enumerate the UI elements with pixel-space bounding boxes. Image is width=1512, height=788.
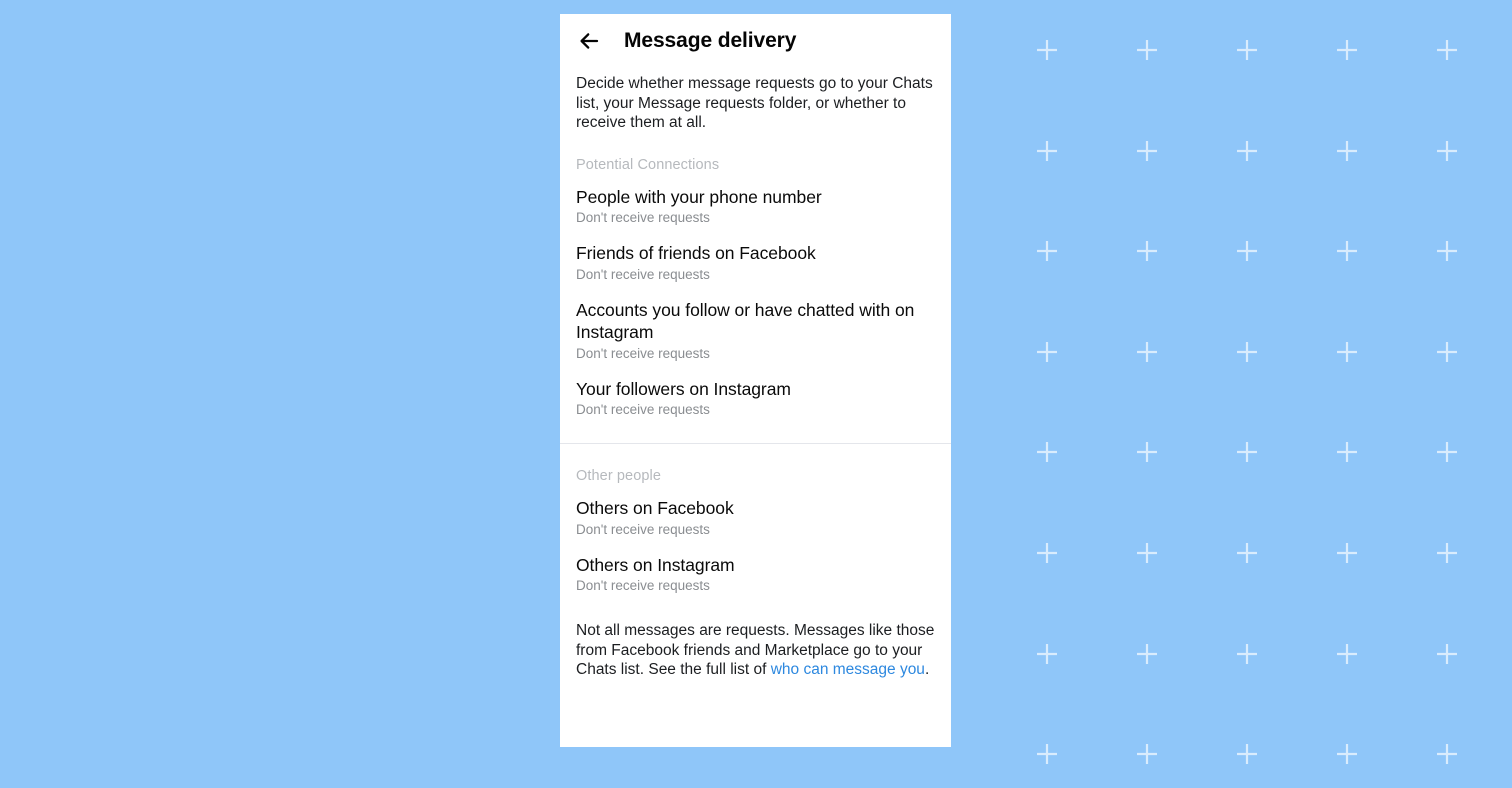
- row-subtitle: Don't receive requests: [576, 578, 710, 593]
- footnote-text-after: .: [924, 661, 930, 678]
- row-accounts-you-follow-on-instagram[interactable]: Accounts you follow or have chatted with…: [560, 292, 951, 371]
- row-title: Your followers on Instagram: [576, 378, 791, 399]
- page-title: Message delivery: [624, 29, 797, 52]
- footnote-text: Not all messages are requests. Messages …: [560, 603, 951, 680]
- message-delivery-panel: Message delivery Decide whether message …: [560, 14, 951, 747]
- section-other-people: Other people Others on Facebook Don't re…: [560, 444, 951, 603]
- row-subtitle: Don't receive requests: [576, 266, 710, 282]
- row-your-followers-on-instagram[interactable]: Your followers on Instagram Don't receiv…: [560, 371, 951, 428]
- panel-header: Message delivery: [560, 14, 951, 64]
- row-subtitle: Don't receive requests: [576, 210, 710, 225]
- row-title: Others on Facebook: [576, 498, 734, 518]
- section-header-other-people: Other people: [576, 468, 662, 484]
- row-title: People with your phone number: [576, 186, 822, 207]
- row-others-on-instagram[interactable]: Others on Instagram Don't receive reques…: [560, 547, 951, 604]
- arrow-left-icon[interactable]: [576, 28, 602, 54]
- row-subtitle: Don't receive requests: [576, 345, 710, 361]
- row-title: Accounts you follow or have chatted with…: [576, 299, 915, 343]
- row-subtitle: Don't receive requests: [576, 521, 710, 537]
- row-others-on-facebook[interactable]: Others on Facebook Don't receive request…: [560, 490, 951, 547]
- row-title: Friends of friends on Facebook: [576, 243, 816, 263]
- row-people-with-your-phone-number[interactable]: People with your phone number Don't rece…: [560, 179, 951, 236]
- row-subtitle: Don't receive requests: [576, 402, 710, 417]
- section-header-potential-connections: Potential Connections: [576, 156, 720, 173]
- row-friends-of-friends-on-facebook[interactable]: Friends of friends on Facebook Don't rec…: [560, 235, 951, 292]
- intro-description: Decide whether message requests go to yo…: [576, 75, 933, 131]
- row-title: Others on Instagram: [576, 554, 735, 575]
- section-potential-connections: Potential Connections People with your p…: [560, 133, 951, 428]
- who-can-message-you-link[interactable]: who can message you: [771, 661, 925, 678]
